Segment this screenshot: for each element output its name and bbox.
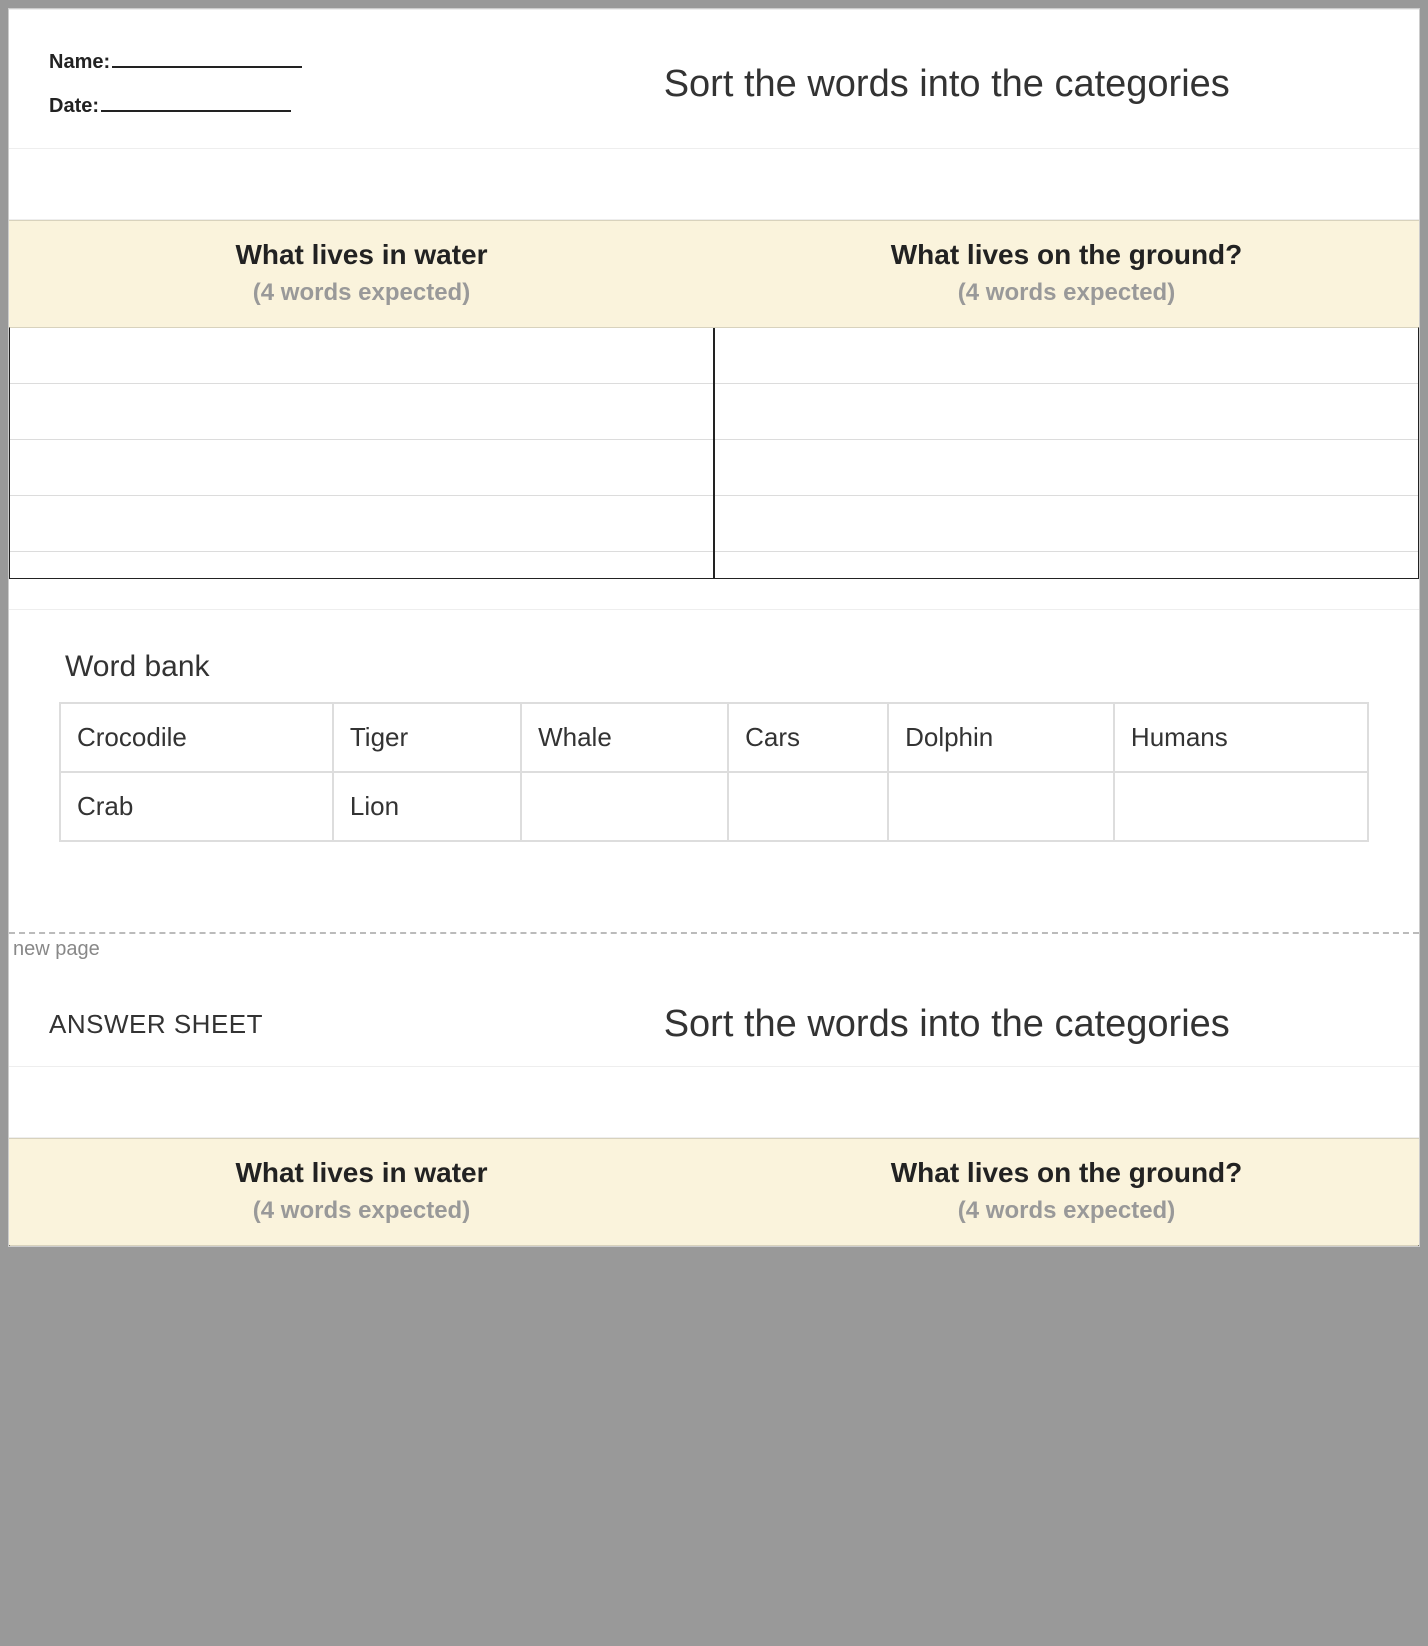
wordbank-cell[interactable]: Lion <box>333 772 521 841</box>
page-break-label: new page <box>13 938 100 960</box>
title-block: Sort the words into the categories <box>515 40 1380 128</box>
answer-slot[interactable] <box>715 496 1418 552</box>
answer-slot[interactable] <box>715 440 1418 496</box>
wordbank-cell[interactable]: Crocodile <box>60 703 333 772</box>
wordbank-cell[interactable] <box>888 772 1114 841</box>
answer-slot[interactable] <box>715 384 1418 440</box>
answer-categories-section: What lives in water (4 words expected) W… <box>9 1137 1419 1246</box>
worksheet-title: Sort the words into the categories <box>664 63 1230 106</box>
answer-sheet-header: ANSWER SHEET Sort the words into the cat… <box>9 963 1419 1067</box>
category-header-water: What lives in water (4 words expected) <box>9 1139 714 1245</box>
wordbank-cell[interactable]: Crab <box>60 772 333 841</box>
wordbank-section: Word bank Crocodile Tiger Whale Cars Dol… <box>9 609 1419 932</box>
answer-sheet-title: Sort the words into the categories <box>664 1003 1230 1046</box>
wordbank-cell[interactable]: Cars <box>728 703 888 772</box>
date-label: Date: <box>49 95 99 117</box>
answer-slot[interactable] <box>715 328 1418 384</box>
title-block: Sort the words into the categories <box>515 1003 1380 1046</box>
wordbank-cell[interactable] <box>521 772 728 841</box>
answer-slot[interactable] <box>10 384 713 440</box>
category-col-ground <box>715 328 1418 578</box>
answer-slot[interactable] <box>10 496 713 552</box>
wordbank-cell[interactable]: Tiger <box>333 703 521 772</box>
category-col-water <box>10 328 715 578</box>
spacer <box>9 149 1419 219</box>
date-blank-line[interactable] <box>101 110 291 112</box>
categories-grid <box>9 327 1419 579</box>
category-header-ground: What lives on the ground? (4 words expec… <box>714 221 1419 327</box>
category-title: What lives in water <box>19 239 704 271</box>
name-row: Name: <box>49 40 515 84</box>
category-subtitle: (4 words expected) <box>19 279 704 307</box>
answer-slot[interactable] <box>10 328 713 384</box>
date-row: Date: <box>49 84 515 128</box>
category-title: What lives in water <box>19 1157 704 1189</box>
name-label: Name: <box>49 51 110 73</box>
wordbank-table: Crocodile Tiger Whale Cars Dolphin Human… <box>59 702 1369 842</box>
worksheet-page: Name: Date: Sort the words into the cate… <box>8 8 1420 1247</box>
answer-slot[interactable] <box>10 440 713 496</box>
category-subtitle: (4 words expected) <box>724 1197 1409 1225</box>
answer-slot[interactable] <box>10 552 713 578</box>
category-subtitle: (4 words expected) <box>19 1197 704 1225</box>
answer-sheet-label: ANSWER SHEET <box>49 1009 515 1040</box>
categories-section: What lives in water (4 words expected) W… <box>9 219 1419 579</box>
category-title: What lives on the ground? <box>724 239 1409 271</box>
wordbank-cell[interactable] <box>728 772 888 841</box>
wordbank-cell[interactable]: Dolphin <box>888 703 1114 772</box>
category-title: What lives on the ground? <box>724 1157 1409 1189</box>
name-date-block: Name: Date: <box>49 40 515 128</box>
category-header-ground: What lives on the ground? (4 words expec… <box>714 1139 1419 1245</box>
category-header-water: What lives in water (4 words expected) <box>9 221 714 327</box>
answer-categories-header-row: What lives in water (4 words expected) W… <box>9 1138 1419 1245</box>
wordbank-cell[interactable]: Whale <box>521 703 728 772</box>
spacer <box>9 1067 1419 1137</box>
categories-header-row: What lives in water (4 words expected) W… <box>9 220 1419 327</box>
wordbank-cell[interactable]: Humans <box>1114 703 1368 772</box>
wordbank-title: Word bank <box>65 650 1369 684</box>
answer-categories-grid <box>9 1245 1419 1246</box>
header-section: Name: Date: Sort the words into the cate… <box>9 9 1419 149</box>
name-blank-line[interactable] <box>112 66 302 68</box>
page-break: new page <box>9 932 1419 963</box>
wordbank-cell[interactable] <box>1114 772 1368 841</box>
category-subtitle: (4 words expected) <box>724 279 1409 307</box>
answer-slot[interactable] <box>715 552 1418 578</box>
